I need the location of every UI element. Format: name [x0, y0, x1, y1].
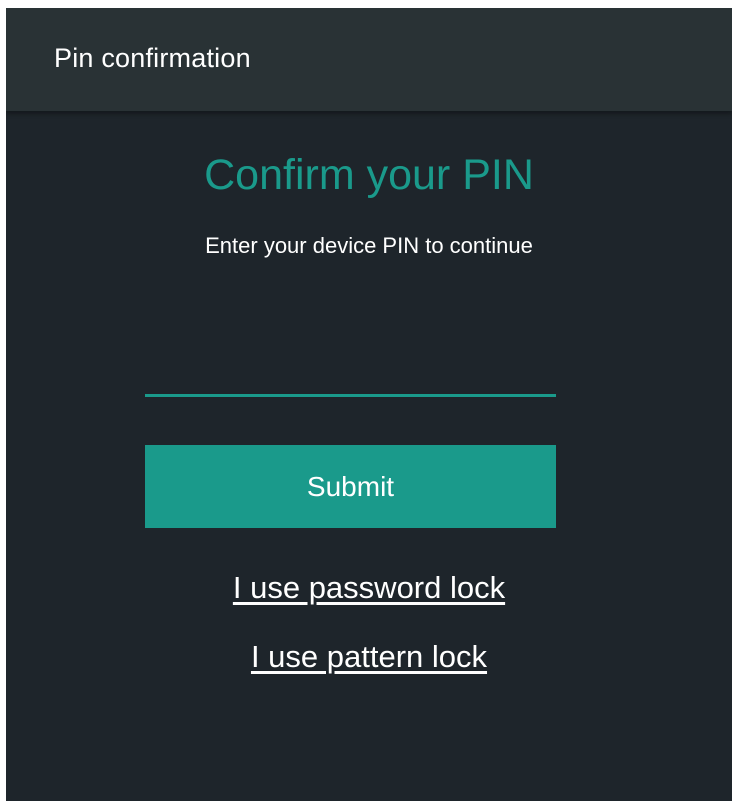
window-title: Pin confirmation [54, 43, 251, 73]
title-bar: Pin confirmation [6, 8, 732, 111]
page-title: Confirm your PIN [204, 151, 534, 199]
password-lock-link[interactable]: I use password lock [6, 570, 732, 606]
page-subtitle: Enter your device PIN to continue [205, 233, 533, 258]
pin-input[interactable] [145, 351, 556, 397]
submit-button[interactable]: Submit [145, 445, 556, 528]
pin-confirmation-window: Pin confirmation Confirm your PIN Enter … [6, 8, 732, 801]
pattern-lock-link[interactable]: I use pattern lock [6, 639, 732, 675]
